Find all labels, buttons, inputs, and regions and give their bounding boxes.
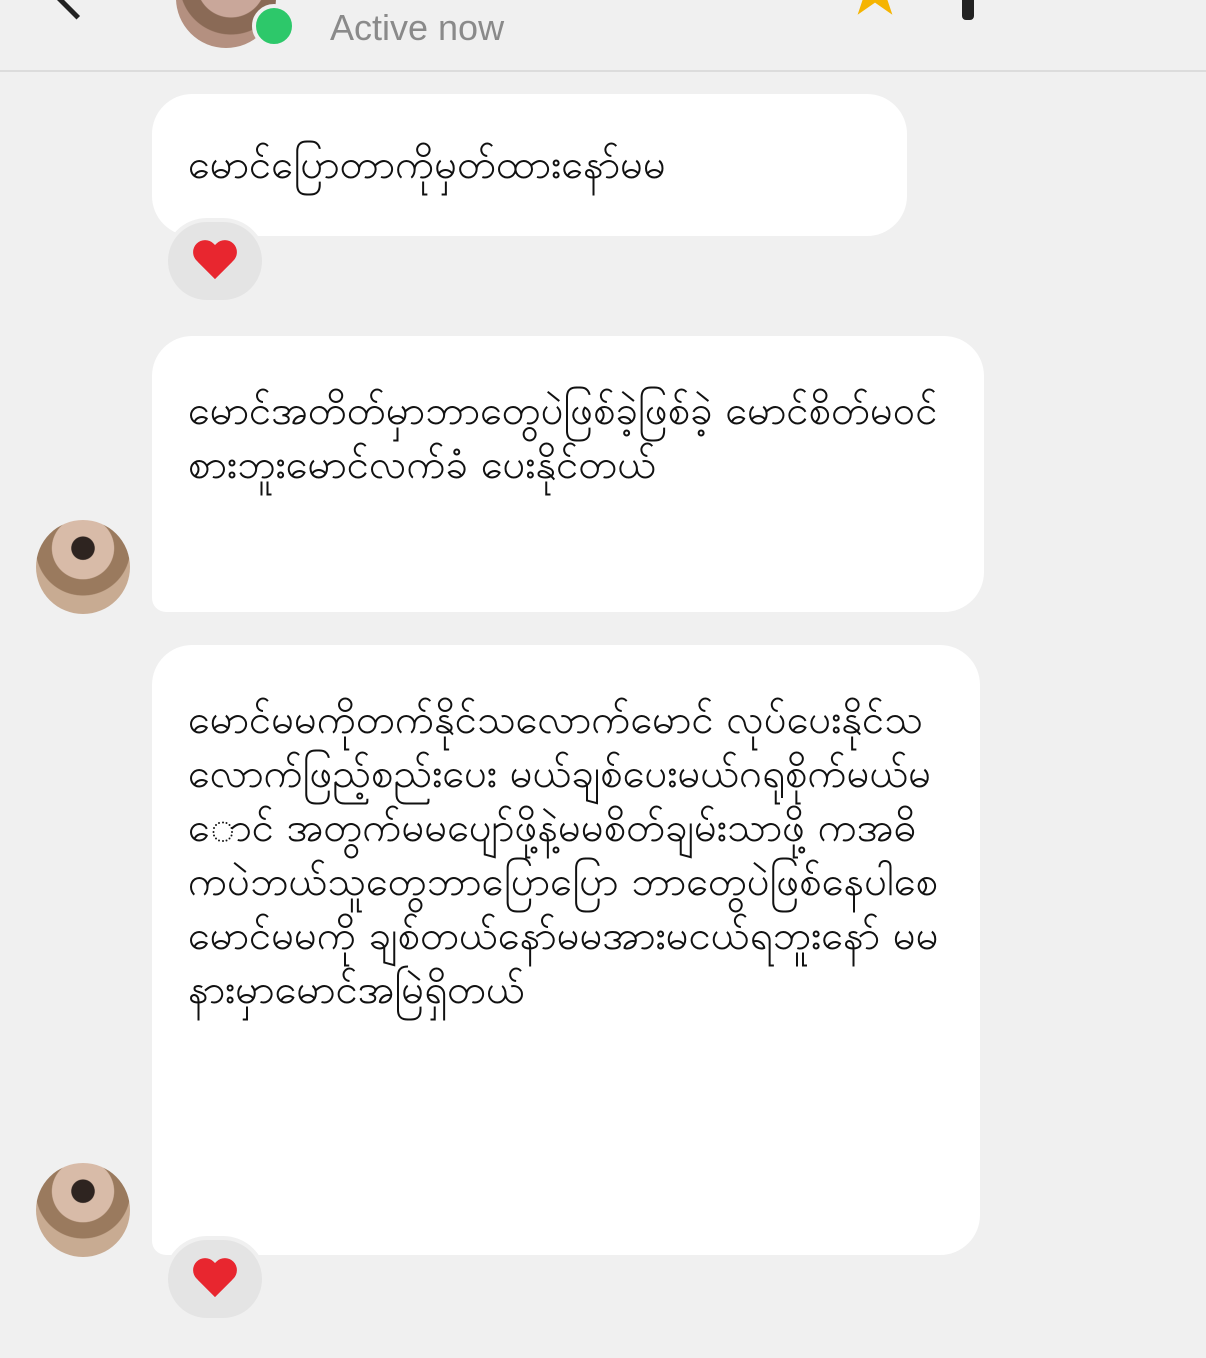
chat-header: Active now [0, 0, 1206, 72]
reaction-badge[interactable] [164, 218, 266, 304]
message-text: မောင်ပြောတာကိုမှတ်ထားနော်မမ [188, 142, 666, 188]
message-text: မောင်အတိတ်မှာဘာတွေပဲဖြစ်ခဲ့ဖြစ်ခဲ့ မောင်… [188, 388, 938, 488]
active-status: Active now [330, 7, 505, 48]
heart-icon [193, 241, 237, 281]
reaction-badge[interactable] [164, 1236, 266, 1322]
message-text: မောင်မမကိုတက်နိုင်သလောက်မောင် လုပ်ပေးနို… [188, 697, 939, 1013]
heart-icon [193, 1259, 237, 1299]
sender-avatar[interactable] [36, 1163, 130, 1257]
sender-avatar[interactable] [36, 520, 130, 614]
online-indicator [252, 4, 296, 48]
message-bubble[interactable]: မောင်ပြောတာကိုမှတ်ထားနော်မမ [152, 94, 907, 236]
message-bubble[interactable]: မောင်မမကိုတက်နိုင်သလောက်မောင် လုပ်ပေးနို… [152, 645, 980, 1255]
star-icon[interactable] [846, 0, 904, 15]
chevron-left-icon[interactable] [47, 0, 106, 20]
chat-screen: Active now မောင်ပြောတာကိုမှတ်ထားနော်မမ မ… [0, 0, 1206, 1358]
message-bubble[interactable]: မောင်အတိတ်မှာဘာတွေပဲဖြစ်ခဲ့ဖြစ်ခဲ့ မောင်… [152, 336, 984, 612]
phone-icon[interactable] [962, 0, 974, 20]
